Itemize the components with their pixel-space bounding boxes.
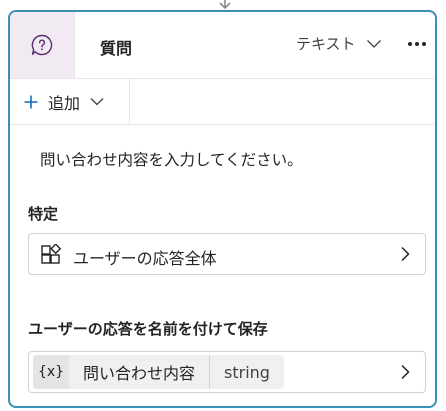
save-variable-selector[interactable]: {x} 問い合わせ内容 string bbox=[28, 351, 426, 393]
variable-chip[interactable]: {x} 問い合わせ内容 string bbox=[33, 355, 285, 389]
more-horizontal-icon bbox=[408, 42, 426, 46]
node-title: 質問 bbox=[100, 39, 133, 58]
variable-type: string bbox=[224, 362, 270, 382]
entity-name: ユーザーの応答全体 bbox=[73, 249, 217, 268]
message-text[interactable]: 問い合わせ内容を入力してください。 bbox=[40, 148, 303, 170]
question-node-card[interactable]: 質問 テキスト 追加 問い合わせ内容を入力してください。 特定 ユーザーの応答全… bbox=[8, 10, 437, 408]
variable-icon: {x} bbox=[33, 355, 69, 389]
add-toolbar: 追加 bbox=[10, 79, 435, 125]
plus-icon bbox=[24, 95, 38, 108]
identify-label: 特定 bbox=[28, 205, 59, 223]
entity-icon bbox=[41, 244, 62, 264]
node-header: 質問 テキスト bbox=[10, 12, 435, 79]
save-response-label: ユーザーの応答を名前を付けて保存 bbox=[28, 320, 268, 338]
add-label: 追加 bbox=[48, 93, 81, 113]
variable-name: 問い合わせ内容 bbox=[69, 355, 211, 389]
chevron-down-icon bbox=[366, 39, 381, 48]
response-type-dropdown[interactable]: テキスト bbox=[296, 33, 382, 54]
chevron-right-icon bbox=[401, 246, 410, 262]
question-chat-icon bbox=[31, 34, 53, 56]
chevron-down-icon bbox=[90, 98, 104, 106]
identify-entity-selector[interactable]: ユーザーの応答全体 bbox=[28, 233, 426, 275]
response-type-label: テキスト bbox=[296, 35, 356, 53]
connector-arrow-icon bbox=[219, 0, 231, 10]
add-button[interactable]: 追加 bbox=[10, 79, 130, 124]
more-options-button[interactable] bbox=[404, 31, 430, 57]
chevron-right-icon bbox=[401, 364, 410, 380]
node-icon-box bbox=[10, 12, 75, 78]
